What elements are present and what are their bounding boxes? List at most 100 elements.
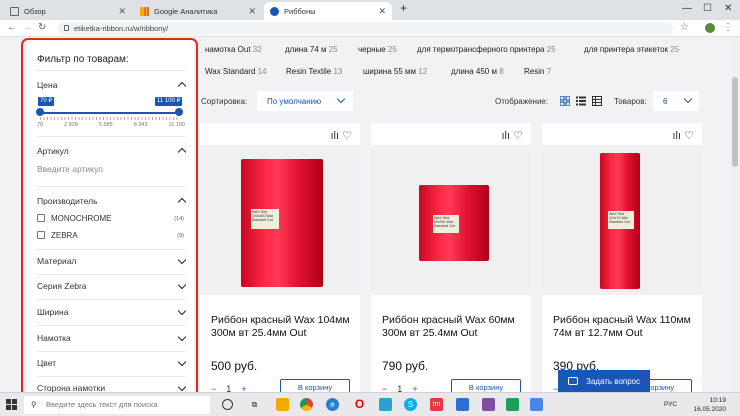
product-card[interactable]: ılı ♡ WAX Red 104х300 Wax Standard Out Р…	[200, 123, 360, 398]
store-icon[interactable]	[379, 398, 392, 411]
system-clock[interactable]: 10:19 16.05.2020	[693, 396, 726, 414]
ask-question-label: Задать вопрос	[586, 377, 641, 386]
tab-title: Риббоны	[284, 6, 316, 16]
checkbox-zebra[interactable]	[37, 231, 45, 239]
cortana-icon[interactable]	[222, 399, 233, 410]
tick-label: 8 343	[133, 122, 148, 128]
photos-icon[interactable]	[456, 398, 469, 411]
product-name[interactable]: Риббон красный Wax 60мм 300м вт 25.4мм O…	[382, 314, 527, 340]
price-slider-min-handle[interactable]	[36, 108, 44, 116]
divider	[37, 249, 185, 250]
tag-chip[interactable]: Resin Textile 13	[286, 67, 342, 76]
browser-tab-bar: Обзор ✕ Google Аналитика ✕ Риббоны ✕ + —…	[0, 0, 740, 20]
tag-chip[interactable]: Wax Standard 14	[205, 67, 267, 76]
product-image[interactable]: WAX Red 104х300 Wax Standard Out	[200, 145, 360, 295]
file-explorer-icon[interactable]	[276, 398, 289, 411]
tick-label: 5 585	[98, 122, 113, 128]
avatar[interactable]	[705, 23, 715, 33]
tag-chip[interactable]: для принтера этикеток 25	[584, 45, 679, 54]
heart-icon[interactable]: ♡	[513, 130, 523, 142]
minimize-icon[interactable]: —	[682, 3, 692, 14]
filter-section-label: Материал	[37, 256, 77, 266]
price-slider-max-handle[interactable]	[175, 108, 183, 116]
goods-count-select[interactable]: 6	[653, 91, 699, 111]
skype-icon[interactable]: S	[404, 398, 417, 411]
article-input[interactable]: Введите артикул	[37, 164, 185, 174]
grid-view-icon[interactable]	[560, 96, 570, 106]
filter-width-header[interactable]: Ширина	[37, 306, 187, 317]
opera-icon[interactable]: O	[353, 398, 366, 411]
filter-article-header[interactable]: Артикул	[37, 146, 187, 157]
maximize-icon[interactable]: ☐	[703, 3, 712, 14]
table-view-icon[interactable]	[592, 96, 602, 106]
product-card[interactable]: ılı ♡ WAX Red 60х300 Wax Standard Out Ри…	[371, 123, 531, 398]
ask-question-button[interactable]: Задать вопрос	[558, 370, 650, 394]
url-field[interactable]: etiketka-ribbon.ru/w/ribbony/	[58, 22, 673, 35]
product-name[interactable]: Риббон красный Wax 110мм 74м вт 12.7мм O…	[553, 314, 698, 340]
filter-price-header[interactable]: Цена	[37, 80, 187, 91]
filter-zebra-series-header[interactable]: Серия Zebra	[37, 280, 187, 291]
menu-icon[interactable]: ⋮	[723, 22, 733, 33]
product-image[interactable]: WAX Red 60х300 Wax Standard Out	[371, 145, 531, 295]
tag-chip[interactable]: черные 25	[358, 45, 397, 54]
tag-chip[interactable]: Resin 7	[524, 67, 551, 76]
app-icon[interactable]	[482, 398, 495, 411]
reload-icon[interactable]: ↻	[38, 22, 46, 33]
url-text: etiketka-ribbon.ru/w/ribbony/	[74, 24, 169, 33]
product-name[interactable]: Риббон красный Wax 104мм 300м вт 25.4мм …	[211, 314, 356, 340]
divider	[37, 376, 185, 377]
close-window-icon[interactable]: ✕	[724, 3, 732, 14]
heart-icon[interactable]: ♡	[684, 130, 694, 142]
close-icon[interactable]: ✕	[248, 6, 256, 17]
tab-overview[interactable]: Обзор ✕	[4, 2, 132, 20]
tag-chip[interactable]: для термотрансферного принтера 25	[417, 45, 556, 54]
goods-count-label: Товаров:	[614, 97, 647, 106]
tab-ribbons[interactable]: Риббоны ✕	[264, 2, 392, 20]
tag-chip[interactable]: длина 450 м 8	[451, 67, 504, 76]
tag-chip[interactable]: ширина 55 мм 12	[363, 67, 427, 76]
language-indicator[interactable]: РУС	[664, 401, 677, 408]
checkbox-monochrome[interactable]	[37, 214, 45, 222]
price-slider-track[interactable]	[40, 112, 179, 114]
filter-material-header[interactable]: Материал	[37, 255, 187, 266]
filter-maker-header[interactable]: Производитель	[37, 196, 187, 207]
back-icon[interactable]: ←	[7, 22, 17, 33]
tag-chip[interactable]: длина 74 м 25	[285, 45, 338, 54]
close-icon[interactable]: ✕	[378, 6, 386, 17]
app-icon[interactable]	[530, 398, 543, 411]
page-scrollbar[interactable]	[730, 37, 740, 392]
app-tm-icon[interactable]: tm	[430, 398, 443, 411]
scrollbar-thumb[interactable]	[732, 77, 738, 167]
filter-color-header[interactable]: Цвет	[37, 357, 187, 368]
goods-count-value: 6	[663, 97, 668, 106]
forward-icon[interactable]: →	[22, 22, 32, 33]
compare-icon[interactable]: ılı	[502, 130, 511, 142]
star-icon[interactable]: ☆	[680, 22, 689, 33]
heart-icon[interactable]: ♡	[342, 130, 352, 142]
windows-start-icon[interactable]	[6, 399, 17, 410]
compare-icon[interactable]: ılı	[673, 130, 682, 142]
compare-icon[interactable]: ılı	[331, 130, 340, 142]
chevron-down-icon	[177, 255, 187, 265]
task-view-icon[interactable]: ⧉	[248, 398, 261, 411]
filter-winding-header[interactable]: Намотка	[37, 332, 187, 343]
list-view-icon[interactable]	[576, 96, 586, 106]
new-tab-button[interactable]: +	[400, 1, 407, 15]
tag-chip[interactable]: намотка Out 32	[205, 45, 262, 54]
chevron-down-icon	[177, 382, 187, 392]
edge-icon[interactable]: e	[326, 398, 339, 411]
close-icon[interactable]: ✕	[118, 6, 126, 17]
tab-analytics[interactable]: Google Аналитика ✕	[134, 2, 262, 20]
taskbar-search-input[interactable]: ⚲ Введите здесь текст для поиска	[24, 396, 210, 414]
chrome-icon[interactable]	[300, 398, 313, 411]
product-card[interactable]: ılı ♡ WAX Red 110х74 Wax Standard Out Ри…	[542, 123, 702, 398]
chat-icon	[568, 377, 578, 385]
sort-select[interactable]: По умолчанию	[257, 91, 353, 111]
app-icon[interactable]	[506, 398, 519, 411]
product-image[interactable]: WAX Red 110х74 Wax Standard Out	[542, 145, 702, 295]
lock-icon	[64, 25, 69, 31]
option-label: ZEBRA	[51, 231, 78, 240]
chevron-down-icon	[336, 94, 346, 104]
tab-title: Google Аналитика	[154, 6, 218, 16]
ribbon-roll: WAX Red 110х74 Wax Standard Out	[600, 153, 640, 289]
